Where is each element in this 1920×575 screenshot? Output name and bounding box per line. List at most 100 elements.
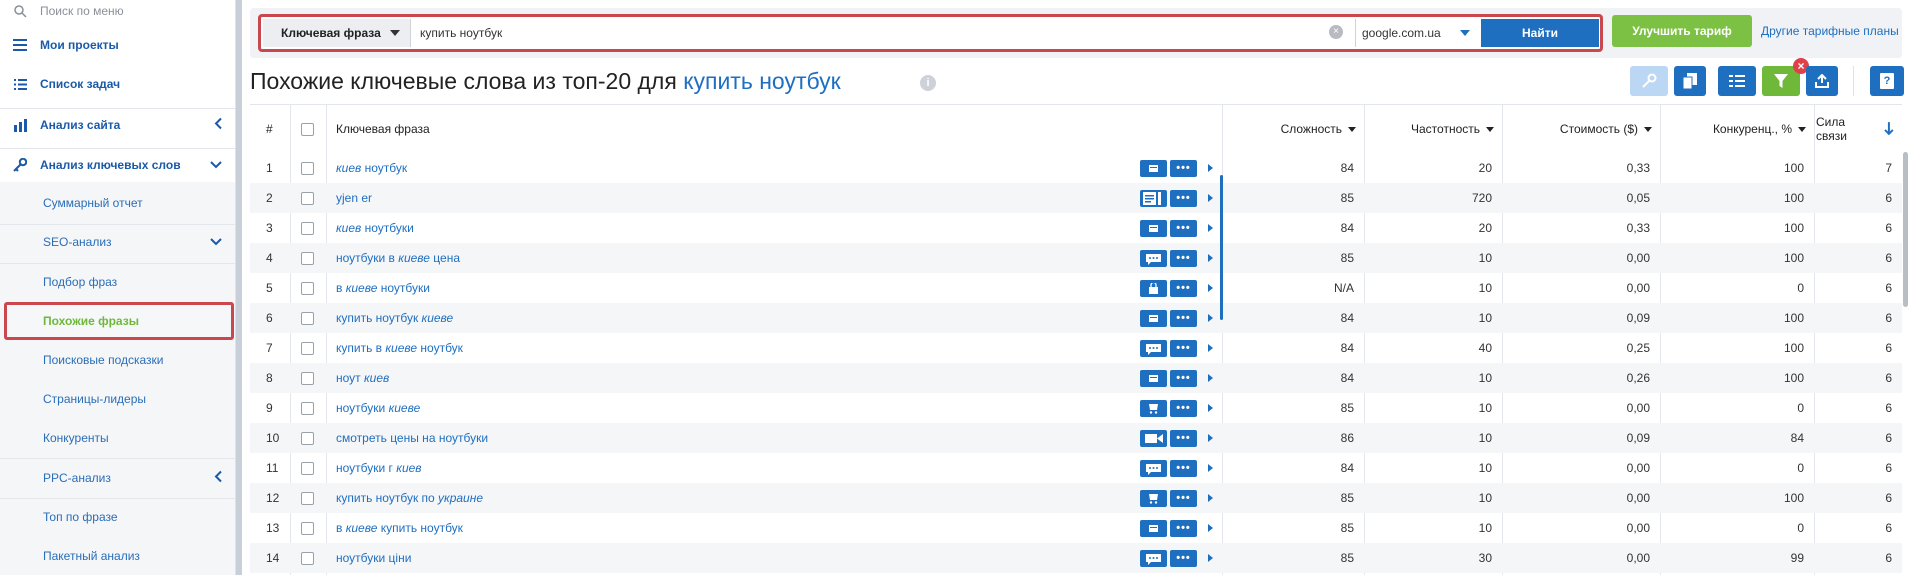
search-type-select[interactable]: Ключевая фраза [263,19,411,47]
sidebar-item-top-by-phrase[interactable]: Топ по фразе [0,502,235,532]
more-actions-button[interactable]: ••• [1170,310,1197,327]
serp-features-button[interactable] [1140,460,1167,477]
sidebar-item-keyword-analysis[interactable]: Анализ ключевых слов [0,150,235,180]
header-cost[interactable]: Стоимость ($) [1504,105,1652,153]
sidebar-resize-handle[interactable] [236,0,242,575]
phrase-link[interactable]: купить в киеве ноутбук [336,341,463,355]
expand-arrow-icon[interactable] [1208,494,1213,502]
serp-features-button[interactable] [1140,430,1167,447]
sidebar-item-search-hints[interactable]: Поисковые подсказки [0,345,235,375]
row-checkbox[interactable] [301,311,314,325]
row-checkbox[interactable] [301,521,314,535]
row-checkbox[interactable] [301,551,314,565]
expand-arrow-icon[interactable] [1208,404,1213,412]
row-checkbox[interactable] [301,281,314,295]
serp-features-button[interactable] [1140,250,1167,267]
serp-features-button[interactable] [1140,400,1167,417]
more-actions-button[interactable]: ••• [1170,550,1197,567]
expand-arrow-icon[interactable] [1208,254,1213,262]
row-checkbox[interactable] [301,341,314,355]
phrase-link[interactable]: ноутбуки киеве [336,401,420,415]
expand-arrow-icon[interactable] [1208,464,1213,472]
more-actions-button[interactable]: ••• [1170,220,1197,237]
serp-features-button[interactable] [1140,340,1167,357]
sidebar-item-competitors[interactable]: Конкуренты [0,423,235,453]
sidebar-item-summary-report[interactable]: Суммарный отчет [0,188,235,218]
expand-arrow-icon[interactable] [1208,194,1213,202]
row-checkbox[interactable] [301,221,314,235]
row-phrase[interactable]: киев ноутбуки [336,213,1136,243]
phrase-link[interactable]: ноутбуки г киев [336,461,422,475]
more-actions-button[interactable]: ••• [1170,160,1197,177]
more-actions-button[interactable]: ••• [1170,250,1197,267]
columns-button[interactable] [1718,66,1756,96]
other-plans-link[interactable]: Другие тарифные планы [1761,24,1899,38]
row-checkbox[interactable] [301,371,314,385]
phrase-link[interactable]: ноут киев [336,371,389,385]
serp-features-button[interactable] [1140,190,1167,207]
phrase-link[interactable]: смотреть цены на ноутбуки [336,431,488,445]
keyword-input[interactable] [412,19,1354,47]
expand-arrow-icon[interactable] [1208,374,1213,382]
more-actions-button[interactable]: ••• [1170,370,1197,387]
row-checkbox[interactable] [301,251,314,265]
row-phrase[interactable]: ноутбуки ціни [336,543,1136,573]
phrase-link[interactable]: киев ноутбуки [336,221,414,235]
row-phrase[interactable]: купить в киеве ноутбук [336,333,1136,363]
header-relevance[interactable]: Сила связи [1816,105,1894,153]
phrase-link[interactable]: киев ноутбук [336,161,407,175]
serp-features-button[interactable] [1140,310,1167,327]
row-phrase[interactable]: в киеве купить ноутбук [336,513,1136,543]
more-actions-button[interactable]: ••• [1170,400,1197,417]
export-button[interactable] [1806,66,1838,96]
phrase-link[interactable]: купить ноутбук по украине [336,491,483,505]
sidebar-item-seo-analysis[interactable]: SEO-анализ [0,227,235,257]
sidebar-item-task-list[interactable]: Список задач [0,69,235,99]
menu-search[interactable]: Поиск по меню [0,0,235,22]
expand-arrow-icon[interactable] [1208,554,1213,562]
row-phrase[interactable]: купить ноутбук киеве [336,303,1136,333]
more-actions-button[interactable]: ••• [1170,340,1197,357]
phrase-link[interactable]: в киеве ноутбуки [336,281,430,295]
find-button[interactable]: Найти [1481,19,1599,47]
sidebar-item-site-analysis[interactable]: Анализ сайта [0,110,235,140]
row-phrase[interactable]: ноут киев [336,363,1136,393]
sidebar-item-ppc-analysis[interactable]: PPC-анализ [0,463,235,493]
expand-arrow-icon[interactable] [1208,224,1213,232]
header-difficulty[interactable]: Сложность [1228,105,1356,153]
upgrade-plan-button[interactable]: Улучшить тариф [1612,15,1752,47]
row-phrase[interactable]: ноутбуки в киеве цена [336,243,1136,273]
phrase-link[interactable]: ноутбуки ціни [336,551,411,565]
sidebar-item-phrase-selection[interactable]: Подбор фраз [0,267,235,297]
expand-arrow-icon[interactable] [1208,314,1213,322]
more-actions-button[interactable]: ••• [1170,280,1197,297]
more-actions-button[interactable]: ••• [1170,430,1197,447]
phrase-link[interactable]: ноутбуки в киеве цена [336,251,460,265]
row-checkbox[interactable] [301,491,314,505]
row-phrase[interactable]: yjen er [336,183,1136,213]
row-checkbox[interactable] [301,461,314,475]
row-checkbox[interactable] [301,431,314,445]
sidebar-item-similar-phrases[interactable]: Похожие фразы [0,306,235,336]
more-actions-button[interactable]: ••• [1170,490,1197,507]
serp-features-button[interactable] [1140,550,1167,567]
sidebar-item-my-projects[interactable]: Мои проекты [0,30,235,60]
expand-arrow-icon[interactable] [1208,434,1213,442]
expand-arrow-icon[interactable] [1208,164,1213,172]
phrase-link[interactable]: в киеве купить ноутбук [336,521,463,535]
serp-features-button[interactable] [1140,520,1167,537]
select-all-checkbox[interactable] [301,122,314,136]
header-phrase[interactable]: Ключевая фраза [336,105,536,153]
row-phrase[interactable]: киев ноутбук [336,153,1136,183]
expand-arrow-icon[interactable] [1208,524,1213,532]
row-checkbox[interactable] [301,161,314,175]
help-button[interactable]: ? [1870,66,1904,96]
serp-features-button[interactable] [1140,160,1167,177]
row-phrase[interactable]: в киеве ноутбуки [336,273,1136,303]
serp-features-button[interactable] [1140,220,1167,237]
table-scrollbar[interactable] [1903,152,1908,307]
search-engine-select[interactable]: google.com.ua [1355,19,1480,47]
header-competition[interactable]: Конкуренц., % [1662,105,1806,153]
phrase-link[interactable]: купить ноутбук киеве [336,311,453,325]
keyword-highlight-button[interactable] [1630,66,1668,96]
